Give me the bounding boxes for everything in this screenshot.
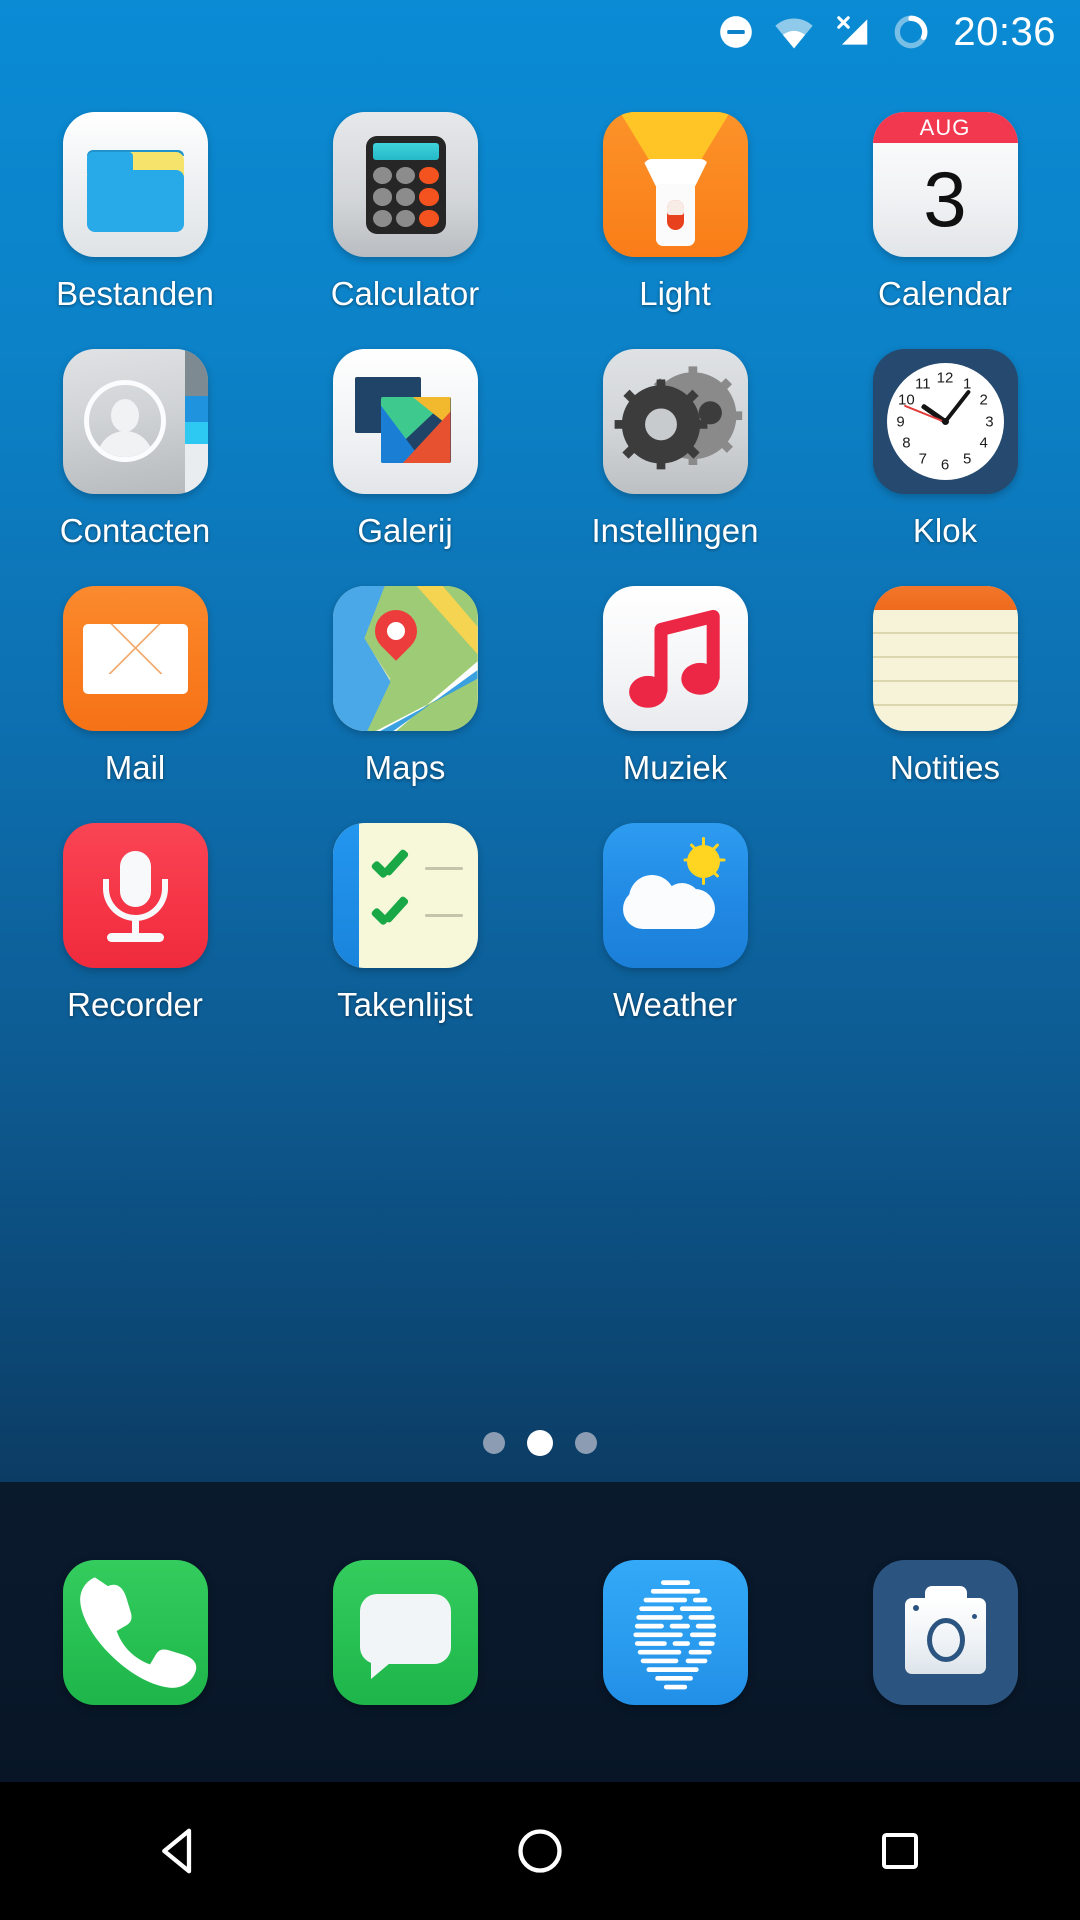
phone-icon[interactable] — [62, 1559, 208, 1705]
navigation-bar — [0, 1782, 1080, 1920]
checklist-icon[interactable] — [332, 823, 478, 968]
calendar-day-number: 3 — [923, 154, 967, 243]
microphone-icon[interactable] — [62, 823, 208, 968]
app-label: Light — [639, 275, 711, 312]
clock-number: 9 — [896, 413, 905, 430]
browser-globe-icon[interactable] — [602, 1559, 748, 1705]
clock-number: 4 — [979, 434, 988, 452]
wifi-icon — [773, 13, 815, 51]
app-calculator[interactable]: Calculator — [270, 100, 540, 313]
app-weather[interactable]: Weather — [540, 811, 810, 1024]
contacts-icon[interactable] — [62, 349, 208, 494]
app-muziek[interactable]: Muziek — [540, 574, 810, 787]
app-takenlijst[interactable]: Takenlijst — [270, 811, 540, 1024]
clock-number: 5 — [963, 450, 972, 468]
message-bubble-icon[interactable] — [332, 1559, 478, 1705]
app-light[interactable]: Light — [540, 100, 810, 313]
maps-pin-icon[interactable] — [332, 586, 478, 731]
app-galerij[interactable]: Galerij — [270, 337, 540, 550]
gallery-icon[interactable] — [332, 349, 478, 494]
status-bar: 20:36 — [0, 0, 1080, 64]
page-dot-3[interactable] — [575, 1432, 597, 1454]
app-notities[interactable]: Notities — [810, 574, 1080, 787]
app-recorder[interactable]: Recorder — [0, 811, 270, 1024]
clock-number: 12 — [936, 369, 954, 387]
clock-number: 2 — [979, 391, 988, 409]
clock-number: 8 — [902, 434, 911, 452]
flashlight-icon[interactable] — [602, 112, 748, 257]
app-calendar[interactable]: AUG 3 Calendar — [810, 100, 1080, 313]
page-dot-2-active[interactable] — [527, 1430, 553, 1456]
do-not-disturb-icon — [717, 13, 755, 51]
cellular-signal-off-icon — [833, 13, 873, 51]
camera-icon[interactable] — [872, 1559, 1018, 1705]
notes-icon[interactable] — [872, 586, 1018, 731]
app-bestanden[interactable]: Bestanden — [0, 100, 270, 313]
app-label: Mail — [104, 749, 166, 786]
app-label: Maps — [364, 749, 446, 786]
dock — [0, 1482, 1080, 1782]
app-label: Takenlijst — [337, 986, 473, 1023]
files-icon[interactable] — [62, 112, 208, 257]
app-mail[interactable]: Mail — [0, 574, 270, 787]
app-label: Notities — [889, 749, 1001, 786]
page-indicator[interactable] — [0, 1430, 1080, 1456]
clock-minute-hand — [943, 388, 972, 423]
app-label: Contacten — [59, 512, 211, 549]
sync-icon — [891, 12, 931, 52]
settings-gears-icon[interactable] — [602, 349, 748, 494]
clock-face: 12 1 2 3 4 5 6 7 8 9 10 11 — [886, 363, 1004, 480]
app-instellingen[interactable]: Instellingen — [540, 337, 810, 550]
calculator-icon[interactable] — [332, 112, 478, 257]
app-grid: Bestanden Calculator Light AUG 3 Calenda… — [0, 100, 1080, 1024]
app-contacten[interactable]: Contacten — [0, 337, 270, 550]
app-label: Klok — [912, 512, 978, 549]
page-dot-1[interactable] — [483, 1432, 505, 1454]
app-label: Recorder — [67, 986, 203, 1023]
calendar-month-label: AUG — [919, 114, 971, 140]
app-label: Calculator — [330, 275, 480, 312]
app-label: Muziek — [622, 749, 728, 786]
home-screen: 20:36 Bestanden Calculator Light AUG 3 C… — [0, 0, 1080, 1920]
clock-number: 11 — [914, 375, 931, 393]
app-label: Weather — [612, 986, 738, 1023]
app-label: Galerij — [357, 512, 453, 549]
calendar-icon[interactable]: AUG 3 — [872, 112, 1018, 257]
app-klok[interactable]: 12 1 2 3 4 5 6 7 8 9 10 11 Klok — [810, 337, 1080, 550]
app-label: Calendar — [878, 275, 1012, 312]
clock-number: 3 — [985, 413, 994, 430]
app-label: Instellingen — [591, 512, 759, 549]
status-bar-clock: 20:36 — [953, 9, 1056, 54]
mail-envelope-icon[interactable] — [62, 586, 208, 731]
clock-number: 6 — [940, 456, 950, 474]
clock-center-pin — [941, 418, 949, 425]
app-label: Bestanden — [56, 275, 214, 312]
app-maps[interactable]: Maps — [270, 574, 540, 787]
back-button[interactable] — [90, 1782, 270, 1920]
clock-number: 7 — [918, 450, 927, 468]
music-note-icon[interactable] — [602, 586, 748, 731]
recents-button[interactable] — [810, 1782, 990, 1920]
weather-sun-cloud-icon[interactable] — [602, 823, 748, 968]
home-button[interactable] — [450, 1782, 630, 1920]
clock-icon[interactable]: 12 1 2 3 4 5 6 7 8 9 10 11 — [872, 349, 1018, 494]
